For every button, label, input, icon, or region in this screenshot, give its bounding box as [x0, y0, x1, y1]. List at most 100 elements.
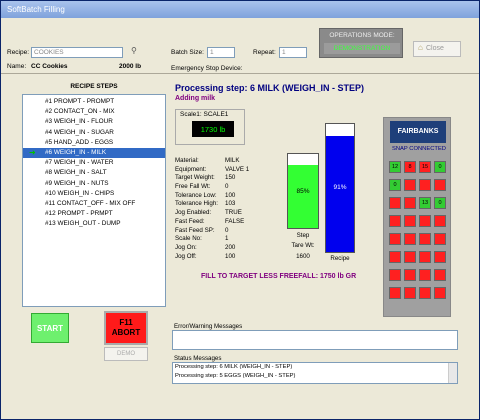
- recipe-step-item[interactable]: #6 WEIGH_IN - MILK ➜: [23, 147, 165, 159]
- io-status-cell: [419, 233, 431, 245]
- operations-mode-panel: OPERATIONS MODE: DEMONSTRATION: [319, 28, 403, 58]
- fill-target-message: FILL TO TARGET LESS FREEFALL: 1750 lb GR: [201, 273, 357, 280]
- parameter-name: Material:: [175, 157, 199, 164]
- recipe-step-item[interactable]: #13 WEIGH_OUT - DUMP: [23, 219, 165, 229]
- recipe-step-item[interactable]: #1 PROMPT - PROMPT: [23, 97, 165, 107]
- parameter-value: 1: [225, 235, 229, 243]
- parameter-row: Tolerance Low: 100: [175, 192, 275, 201]
- io-status-cell: [404, 215, 416, 227]
- status-messages-box[interactable]: Processing step: 6 MILK (WEIGH_IN - STEP…: [172, 362, 458, 384]
- recipe-progress-bar: 91%: [325, 123, 355, 253]
- name-label: Name:: [7, 63, 27, 70]
- io-status-cell: [434, 251, 446, 263]
- current-step-arrow-icon: ➜: [29, 147, 36, 157]
- scale-readout: Scale1: SCALE1 1730 lb: [175, 109, 245, 145]
- parameter-name: Jog Off:: [175, 252, 197, 260]
- operations-mode-value: DEMONSTRATION: [324, 43, 400, 54]
- recipe-progress-percent: 91%: [333, 184, 347, 191]
- binoculars-icon[interactable]: ⚲: [131, 46, 137, 55]
- io-status-cell: [404, 179, 416, 191]
- recipe-step-item[interactable]: #5 HAND_ADD - EGGS: [23, 138, 165, 148]
- app-window: SoftBatch Filling Recipe: COOKIES ⚲ Name…: [0, 0, 480, 420]
- step-progress-fill: [288, 165, 318, 228]
- parameter-name: Tolerance Low:: [175, 191, 217, 199]
- parameter-row: Jog Off: 100: [175, 253, 275, 262]
- step-parameters: Material: MILK Equipment: VALVE 1 Target Wei…: [175, 157, 275, 261]
- close-button-label: Close: [426, 45, 444, 52]
- io-status-cell: [389, 251, 401, 263]
- parameter-value: 0: [225, 183, 229, 191]
- io-status-cell: [404, 197, 416, 209]
- io-status-cell: 12: [389, 161, 401, 173]
- io-status-cell: [419, 179, 431, 191]
- recipe-input[interactable]: COOKIES: [31, 47, 123, 58]
- io-status-cell: [389, 269, 401, 281]
- tare-label: Tare Wt:: [291, 242, 315, 249]
- parameter-name: Equipment:: [175, 165, 207, 173]
- step-progress-percent: 85%: [296, 188, 310, 195]
- parameter-row: Jog Enabled: TRUE: [175, 209, 275, 218]
- parameter-value: 0: [225, 226, 229, 234]
- recipe-step-item[interactable]: #11 CONTACT_OFF - MIX OFF: [23, 199, 165, 209]
- operations-mode-label: OPERATIONS MODE:: [329, 32, 395, 39]
- parameter-name: Target Weight:: [175, 174, 215, 182]
- parameter-value: 100: [225, 252, 236, 260]
- parameter-value: 200: [225, 243, 236, 251]
- recipe-progress-fill: [326, 135, 354, 252]
- step-progress-bar: 85%: [287, 153, 319, 229]
- repeat-input[interactable]: 1: [279, 47, 307, 58]
- parameter-value: 150: [225, 174, 236, 182]
- parameter-name: Jog On:: [175, 243, 197, 251]
- parameter-name: Fast Feed SP:: [175, 226, 215, 234]
- recipe-steps-title: RECIPE STEPS: [70, 83, 118, 90]
- recipe-step-item[interactable]: #3 WEIGH_IN - FLOUR: [23, 117, 165, 127]
- abort-button[interactable]: F11 ABORT: [104, 311, 148, 345]
- io-status-cell: [434, 215, 446, 227]
- process-title: Processing step: 6 MILK (WEIGH_IN - STEP…: [175, 83, 365, 93]
- io-status-cell: [389, 233, 401, 245]
- status-scrollbar[interactable]: [448, 363, 457, 383]
- io-status-cell: [419, 269, 431, 281]
- parameter-value: MILK: [225, 157, 240, 164]
- recipe-step-item[interactable]: #12 PROMPT - PRMPT: [23, 209, 165, 219]
- status-messages-label: Status Messages: [174, 355, 222, 362]
- parameter-name: Tolerance High:: [175, 200, 218, 208]
- recipe-step-item[interactable]: #7 WEIGH_IN - WATER: [23, 158, 165, 168]
- io-status-cell: [389, 197, 401, 209]
- abort-key-label: F11: [119, 318, 133, 327]
- parameter-value: 103: [225, 200, 236, 208]
- demo-button[interactable]: DEMO: [104, 347, 148, 361]
- recipe-steps-list[interactable]: #1 PROMPT - PROMPT #2 CONTACT_ON - MIX #3 …: [22, 94, 166, 307]
- recipe-step-item[interactable]: #10 WEIGH_IN - CHIPS: [23, 189, 165, 199]
- batch-size-input[interactable]: 1: [207, 47, 235, 58]
- parameter-name: Free Fall Wt:: [175, 183, 211, 191]
- recipe-step-item[interactable]: #4 WEIGH_IN - SUGAR: [23, 128, 165, 138]
- parameter-name: Jog Enabled:: [175, 209, 212, 217]
- recipe-step-item[interactable]: #9 WEIGH_IN - NUTS: [23, 179, 165, 189]
- start-button[interactable]: START: [31, 313, 69, 343]
- batch-size-label: Batch Size:: [171, 49, 204, 56]
- error-messages-box[interactable]: [172, 330, 458, 350]
- fairbanks-logo: FAIRBANKS: [390, 121, 446, 143]
- parameter-name: Scale No:: [175, 235, 202, 243]
- io-status-cell: [389, 287, 401, 299]
- error-messages-label: Error/Warning Messages: [174, 323, 243, 330]
- batch-weight: 2000 lb: [119, 63, 142, 70]
- parameter-row: Scale No: 1: [175, 235, 275, 244]
- parameter-name: Fast Feed:: [175, 217, 205, 225]
- recipe-label: Recipe:: [7, 49, 30, 56]
- io-status-cell: 8: [404, 161, 416, 173]
- recipe-step-item[interactable]: #2 CONTACT_ON - MIX: [23, 107, 165, 117]
- parameter-row: Equipment: VALVE 1: [175, 166, 275, 175]
- abort-label: ABORT: [111, 328, 141, 337]
- parameter-row: Free Fall Wt: 0: [175, 183, 275, 192]
- io-status-cell: [434, 233, 446, 245]
- io-status-cell: [419, 251, 431, 263]
- parameter-row: Jog On: 200: [175, 244, 275, 253]
- io-status-cell: [434, 269, 446, 281]
- parameter-row: Tolerance High: 103: [175, 200, 275, 209]
- recipe-step-item[interactable]: #8 WEIGH_IN - SALT: [23, 168, 165, 178]
- io-status-cell: 0: [389, 179, 401, 191]
- io-status-cell: [404, 287, 416, 299]
- recipe-steps-panel: RECIPE STEPS #1 PROMPT - PROMPT #2 CONTAC…: [22, 75, 166, 307]
